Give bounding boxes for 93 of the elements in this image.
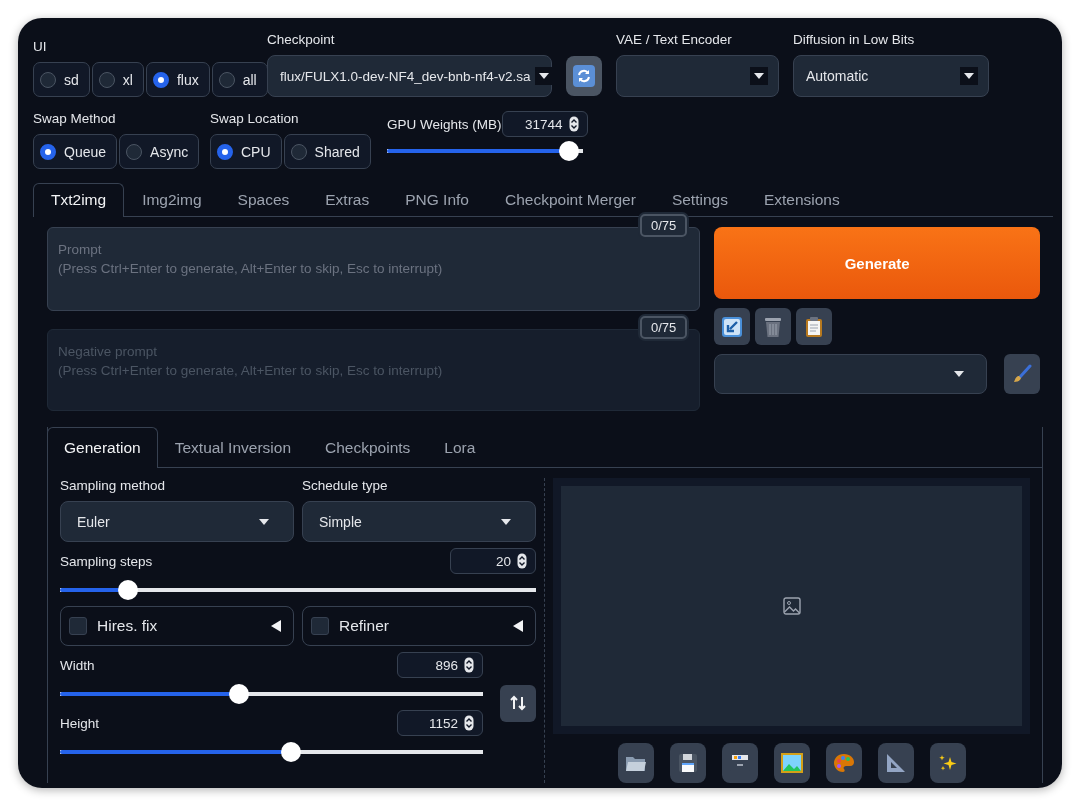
caret-icon [954, 371, 964, 377]
field-label: Checkpoint [267, 32, 336, 47]
caret-icon [964, 73, 974, 79]
field-label: GPU Weights (MB) [387, 116, 502, 132]
accordion-header[interactable]: Hires. fix [60, 606, 294, 646]
radio-button[interactable] [40, 71, 56, 88]
clipboard-icon [805, 315, 824, 338]
paintbrush-icon [1012, 364, 1032, 384]
read-params-button[interactable] [714, 308, 751, 345]
radio-button[interactable] [217, 143, 233, 160]
collapse-icon [513, 620, 523, 632]
paste-button[interactable] [796, 308, 833, 345]
radio-option[interactable]: flux [145, 62, 210, 97]
image-icon [782, 597, 801, 615]
swap-icon [510, 695, 526, 711]
palette-icon [832, 753, 855, 773]
field-label: Height [60, 715, 100, 731]
sampling-method-dropdown[interactable]: Euler [60, 501, 294, 542]
caret-icon [501, 518, 511, 525]
field-label: Sampling method [60, 478, 167, 493]
token-counter: 0/75 [640, 316, 688, 339]
radio-option[interactable]: sd [33, 62, 90, 97]
radio-button[interactable] [152, 71, 169, 88]
archive-button[interactable] [721, 743, 758, 783]
tab[interactable]: PNG Info [387, 183, 487, 217]
number-field[interactable]: 31744 [501, 111, 588, 137]
radio-option[interactable]: Shared [283, 134, 371, 169]
send-to-extras-button[interactable] [877, 743, 914, 783]
number-field[interactable]: 20 [450, 548, 536, 574]
tab[interactable]: Extensions [745, 183, 858, 217]
slider-thumb[interactable] [559, 141, 580, 161]
slider-thumb[interactable] [118, 580, 139, 600]
refresh-button[interactable] [566, 56, 602, 96]
tab[interactable]: Textual Inversion [157, 427, 308, 468]
edit-styles-button[interactable] [1004, 354, 1040, 394]
field-label: Width [60, 657, 95, 673]
tab[interactable]: Txt2img [33, 183, 125, 217]
folder-icon [624, 754, 647, 772]
framed-picture-icon [780, 753, 803, 773]
radio-option[interactable]: Async [119, 134, 200, 169]
token-counter: 0/75 [640, 214, 688, 237]
spinner-icon[interactable] [464, 657, 474, 673]
field-label: Schedule type [302, 478, 389, 493]
spinner-icon[interactable] [464, 715, 474, 731]
checkbox[interactable] [69, 617, 87, 635]
send-to-inpaint-button[interactable] [825, 743, 862, 783]
tab[interactable]: Extras [307, 183, 388, 217]
low-bits-dropdown[interactable]: Automatic [793, 55, 989, 97]
caret-icon [538, 73, 549, 79]
radio-option[interactable]: Queue [33, 134, 118, 169]
tab[interactable]: Img2img [124, 183, 220, 217]
radio-option[interactable]: CPU [210, 134, 282, 169]
swap-dimensions-button[interactable] [500, 684, 536, 722]
collapse-icon [271, 620, 281, 632]
refresh-icon [573, 65, 595, 87]
radio-button[interactable] [98, 71, 115, 88]
radio-option[interactable]: all [211, 62, 268, 97]
checkbox[interactable] [311, 617, 329, 635]
spinner-icon[interactable] [517, 553, 527, 569]
checkpoint-dropdown[interactable]: flux/FULX1.0-dev-NF4_dev-bnb-nf4-v2.sa [267, 55, 552, 97]
schedule-type-dropdown[interactable]: Simple [302, 501, 536, 542]
trash-icon [763, 315, 784, 338]
tab[interactable]: Spaces [219, 183, 308, 217]
open-folder-button[interactable] [617, 743, 654, 783]
field-label: Swap Method [33, 111, 117, 126]
field-label: Swap Location [210, 111, 300, 126]
number-field[interactable]: 1152 [397, 710, 483, 736]
field-label: UI [33, 39, 48, 54]
slider-thumb[interactable] [228, 684, 249, 704]
caret-icon [259, 518, 269, 525]
sparkles-button[interactable] [929, 743, 966, 783]
tab[interactable]: Generation [47, 427, 158, 468]
radio-option[interactable]: xl [91, 62, 144, 97]
save-button[interactable] [669, 743, 706, 783]
field-label: Diffusion in Low Bits [793, 32, 916, 47]
radio-button[interactable] [290, 143, 307, 160]
radio-button[interactable] [40, 143, 56, 160]
clear-button[interactable] [755, 308, 792, 345]
accordion-header[interactable]: Refiner [302, 606, 536, 646]
number-field[interactable]: 896 [397, 652, 483, 678]
caret-icon [754, 73, 764, 79]
tab[interactable]: Settings [653, 183, 746, 217]
slider-thumb[interactable] [280, 742, 301, 762]
radio-button[interactable] [218, 71, 235, 88]
field-label: Sampling steps [60, 553, 153, 569]
tab[interactable]: Checkpoint Merger [486, 183, 654, 217]
radio-button[interactable] [126, 143, 143, 160]
tab[interactable]: Lora [427, 427, 493, 468]
spinner-icon[interactable] [568, 116, 579, 132]
tab[interactable]: Checkpoints [308, 427, 428, 468]
field-label: VAE / Text Encoder [616, 32, 733, 47]
arrow-icon [722, 316, 743, 337]
send-to-img2img-button[interactable] [773, 743, 810, 783]
